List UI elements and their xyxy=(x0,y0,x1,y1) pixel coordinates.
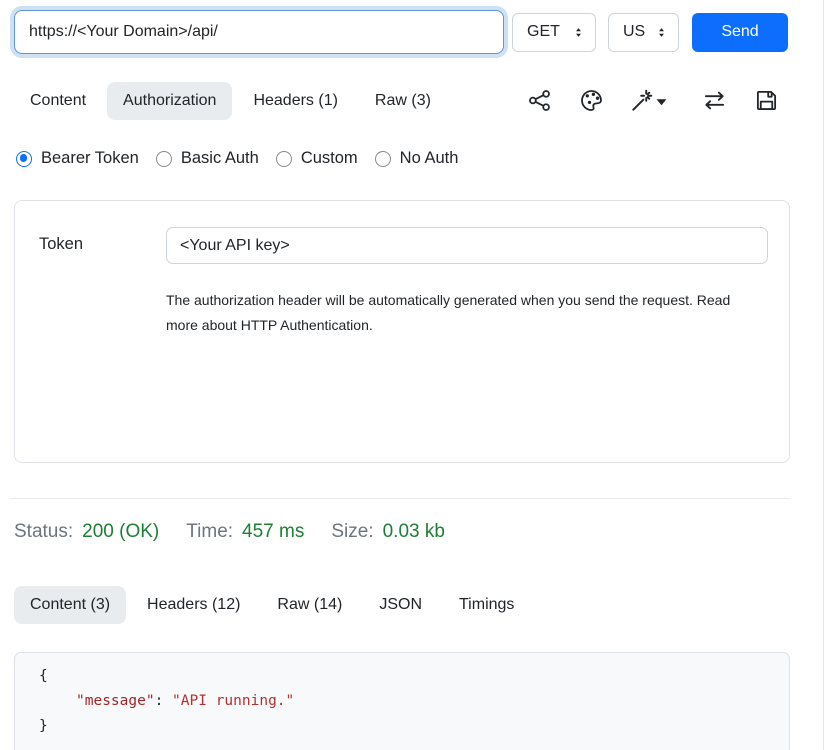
token-input[interactable] xyxy=(166,227,768,264)
caret-down-icon[interactable] xyxy=(656,95,667,106)
status-group: Status: 200 (OK) xyxy=(14,521,159,543)
radio-no-auth[interactable]: No Auth xyxy=(375,149,459,168)
share-icon[interactable] xyxy=(528,89,551,112)
time-group: Time: 457 ms xyxy=(186,521,304,543)
radio-unselected-icon[interactable] xyxy=(156,151,172,167)
radio-basic-auth[interactable]: Basic Auth xyxy=(156,149,259,168)
code-line: { xyxy=(39,664,789,689)
time-label: Time: xyxy=(186,521,233,543)
time-value: 457 ms xyxy=(242,521,304,543)
request-toolbar xyxy=(500,80,790,122)
json-key: "message" xyxy=(76,693,155,709)
response-status-bar: Status: 200 (OK) Time: 457 ms Size: 0.03… xyxy=(14,521,472,543)
tab-response-headers[interactable]: Headers (12) xyxy=(131,586,256,624)
auth-type-group: Bearer Token Basic Auth Custom No Auth xyxy=(16,149,458,168)
page-right-divider xyxy=(823,0,824,750)
tab-response-raw[interactable]: Raw (14) xyxy=(261,586,358,624)
swap-arrows-icon[interactable] xyxy=(703,89,726,112)
status-label: Status: xyxy=(14,521,73,543)
json-separator: : xyxy=(155,693,172,709)
code-line: } xyxy=(39,714,789,739)
code-line: "message": "API running." xyxy=(39,689,789,714)
status-value: 200 (OK) xyxy=(82,521,159,543)
radio-bearer-token[interactable]: Bearer Token xyxy=(16,149,139,168)
tab-response-content[interactable]: Content (3) xyxy=(14,586,126,624)
region-select[interactable]: US xyxy=(608,13,679,52)
radio-label: Basic Auth xyxy=(181,149,259,168)
request-bar: GET US Send xyxy=(14,10,790,54)
tab-response-json[interactable]: JSON xyxy=(363,586,438,624)
palette-icon[interactable] xyxy=(580,89,603,112)
bearer-token-panel: Token The authorization header will be a… xyxy=(14,200,790,463)
token-label: Token xyxy=(39,235,83,254)
save-icon[interactable] xyxy=(755,89,778,112)
magic-wand-icon[interactable] xyxy=(631,89,654,112)
size-group: Size: 0.03 kb xyxy=(331,521,445,543)
radio-label: No Auth xyxy=(400,149,459,168)
radio-label: Bearer Token xyxy=(41,149,139,168)
section-divider xyxy=(10,498,790,499)
radio-unselected-icon[interactable] xyxy=(276,151,292,167)
url-input[interactable] xyxy=(14,10,504,54)
tab-headers[interactable]: Headers (1) xyxy=(237,82,353,120)
size-value: 0.03 kb xyxy=(383,521,445,543)
tab-content[interactable]: Content xyxy=(14,82,102,120)
tab-raw[interactable]: Raw (3) xyxy=(359,82,447,120)
radio-unselected-icon[interactable] xyxy=(375,151,391,167)
response-tabs: Content (3) Headers (12) Raw (14) JSON T… xyxy=(14,584,530,626)
api-client-page: GET US Send Content Authorization Header… xyxy=(0,0,837,750)
response-body-code: { "message": "API running." } xyxy=(14,652,790,750)
radio-selected-icon[interactable] xyxy=(16,151,32,167)
method-select-value: GET xyxy=(527,23,560,41)
send-button[interactable]: Send xyxy=(692,13,788,52)
json-value: "API running." xyxy=(172,693,294,709)
region-select-value: US xyxy=(623,23,645,41)
radio-custom[interactable]: Custom xyxy=(276,149,358,168)
select-arrows-icon xyxy=(655,26,668,39)
method-select[interactable]: GET xyxy=(512,13,596,52)
radio-label: Custom xyxy=(301,149,358,168)
tab-response-timings[interactable]: Timings xyxy=(443,586,530,624)
select-arrows-icon xyxy=(572,26,585,39)
token-help-text: The authorization header will be automat… xyxy=(166,288,752,338)
tab-authorization[interactable]: Authorization xyxy=(107,82,232,120)
size-label: Size: xyxy=(331,521,373,543)
request-tabs: Content Authorization Headers (1) Raw (3… xyxy=(14,80,447,122)
